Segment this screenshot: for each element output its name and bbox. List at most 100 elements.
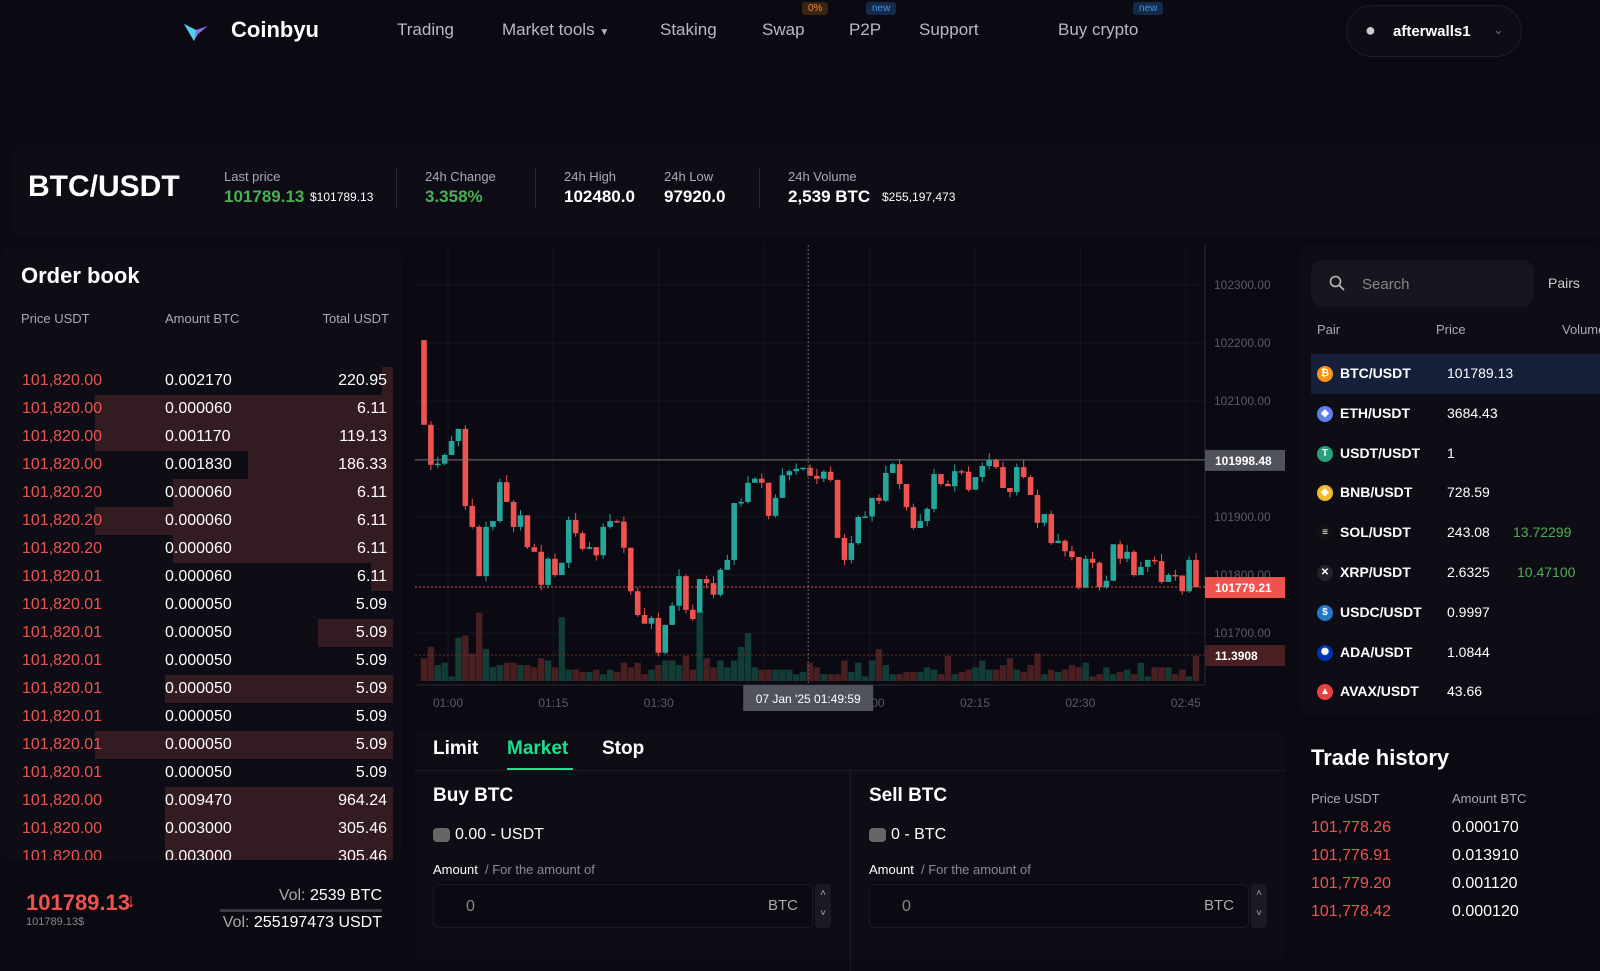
stepper-up-icon[interactable]: ˄ (1251, 884, 1267, 904)
stepper-down-icon[interactable]: ˅ (815, 904, 831, 924)
candle (972, 476, 979, 490)
pair-row[interactable]: ▲ AVAX/USDT 43.66 (1311, 672, 1600, 712)
order-book-row[interactable]: 101,820.20 0.000060 6.11 (20, 535, 393, 563)
volume-bar (972, 667, 979, 681)
order-book-row[interactable]: 101,820.00 0.001170 119.13 (20, 423, 393, 451)
row-price: 101,820.01 (22, 708, 103, 725)
stepper-down-icon[interactable]: ˅ (1251, 904, 1267, 924)
pair-row[interactable]: ◆ ETH/USDT 3684.43 (1311, 394, 1600, 434)
volume-bar (717, 660, 724, 681)
order-book-row[interactable]: 101,820.20 0.000060 6.11 (20, 507, 393, 535)
sell-amount-stepper[interactable]: ˄ ˅ (1251, 884, 1267, 928)
price-chart[interactable]: 102300.00102200.00102100.00101900.001018… (410, 245, 1290, 720)
order-book-row[interactable]: 101,820.00 0.003000 305.46 (20, 815, 393, 843)
brand-link[interactable]: Coinbyu (231, 17, 319, 43)
sell-amount-label[interactable]: Amount (869, 862, 914, 877)
row-total: 220.95 (338, 372, 387, 389)
pair-row[interactable]: ≡ SOL/USDT 243.08 13.72299 (1311, 513, 1600, 553)
buy-amount-stepper[interactable]: ˄ ˅ (815, 884, 831, 928)
order-book-row[interactable]: 101,820.01 0.000050 5.09 (20, 731, 393, 759)
col-amount: Amount BTC (165, 311, 240, 326)
nav-buy-crypto[interactable]: Buy crypto (1058, 20, 1138, 40)
volume-bar (779, 669, 786, 681)
sell-amount-input[interactable]: 0 BTC (869, 884, 1249, 928)
pair-name: AVAX/USDT (1340, 683, 1419, 700)
volume-bar (1006, 658, 1014, 681)
row-amount: 0.000060 (165, 400, 232, 417)
tab-stop[interactable]: Stop (602, 738, 644, 760)
row-amount: 0.000060 (165, 568, 232, 585)
user-menu[interactable]: ● afterwalls1 ⌄ (1346, 5, 1522, 57)
row-total: 305.46 (338, 820, 387, 837)
nav-staking[interactable]: Staking (660, 20, 717, 40)
pair-row[interactable]: T USDT/USDT 1 (1311, 434, 1600, 474)
volume-bar (958, 671, 965, 681)
order-book-row[interactable]: 101,820.00 0.009470 964.24 (20, 787, 393, 815)
pair-row[interactable]: ₿ BTC/USDT 101789.13 (1311, 354, 1600, 394)
candle (428, 421, 434, 471)
stepper-up-icon[interactable]: ˄ (815, 884, 831, 904)
tab-limit[interactable]: Limit (433, 738, 478, 760)
swap-fee-badge: 0% (802, 2, 829, 15)
nav-p2p[interactable]: P2P (849, 20, 881, 40)
volume-bar (951, 674, 958, 681)
low-value: 97920.0 (664, 187, 726, 206)
order-book-row[interactable]: 101,820.01 0.000050 5.09 (20, 759, 393, 787)
pair-row[interactable]: ✕ XRP/USDT 2.6325 10.47100 (1311, 553, 1600, 593)
volume-bar (1068, 665, 1076, 681)
order-book-row[interactable]: 101,820.00 0.001830 186.33 (20, 451, 393, 479)
nav-swap[interactable]: Swap (762, 20, 805, 40)
buy-amount-input[interactable]: 0 BTC (433, 884, 813, 928)
pair-row[interactable]: ◈ BNB/USDT 728.59 (1311, 473, 1600, 513)
order-book-row[interactable]: 101,820.01 0.000060 6.11 (20, 563, 393, 591)
row-total: 5.09 (355, 708, 387, 725)
volume-bar (482, 649, 490, 681)
order-book-row[interactable]: 101,820.20 0.000060 6.11 (20, 479, 393, 507)
order-book-row[interactable]: 101,820.00 0.003000 305.46 (20, 843, 393, 860)
y-tick-label: 102100.00 (1214, 394, 1271, 408)
sell-amount-alt-label[interactable]: / For the amount of (921, 862, 1031, 877)
volume-bar (944, 655, 952, 681)
order-book-row[interactable]: 101,820.01 0.000050 5.09 (20, 675, 393, 703)
candle (634, 587, 641, 617)
trade-price: 101,776.91 (1311, 847, 1392, 864)
volume-bar (1172, 674, 1179, 681)
nav-market-tools[interactable]: Market tools ▼ (502, 20, 609, 40)
volume-bar (524, 665, 531, 681)
pair-row[interactable]: $ USDC/USDT 0.9997 (1311, 593, 1600, 633)
candle (717, 568, 724, 597)
volume-bar (696, 612, 703, 681)
order-book-row[interactable]: 101,820.01 0.000050 5.09 (20, 619, 393, 647)
trade-amount: 0.001120 (1452, 875, 1518, 892)
volume-bar (1034, 653, 1041, 681)
buy-amount-label[interactable]: Amount (433, 862, 478, 877)
volume-bar (1096, 674, 1103, 681)
volume-bar (979, 660, 986, 681)
pairs-tab[interactable]: Pairs (1548, 275, 1580, 291)
volume-bar (441, 662, 448, 681)
volume-bar (572, 669, 579, 681)
order-book-row[interactable]: 101,820.00 0.000060 6.11 (20, 395, 393, 423)
col-pair: Pair (1317, 322, 1341, 337)
order-book-row[interactable]: 101,820.00 0.002170 220.95 (20, 367, 393, 395)
nav-trading[interactable]: Trading (397, 20, 454, 40)
candle (627, 547, 634, 595)
search-input[interactable]: Search (1311, 260, 1534, 307)
order-book-row[interactable]: 101,820.01 0.000050 5.09 (20, 703, 393, 731)
candle (765, 482, 772, 520)
buy-amount-alt-label[interactable]: / For the amount of (485, 862, 595, 877)
row-total: 5.09 (355, 680, 387, 697)
volume-bar (613, 671, 621, 681)
order-book-row[interactable]: 101,820.01 0.000050 5.09 (20, 647, 393, 675)
amount-value: 0 (466, 898, 475, 915)
high-label: 24h High (564, 169, 617, 184)
order-book-row[interactable]: 101,820.01 0.000050 5.09 (20, 591, 393, 619)
candle (1048, 510, 1055, 545)
last-price: 101789.13 (224, 187, 305, 206)
volume-bar (882, 665, 890, 681)
pair-row[interactable]: ✺ ADA/USDT 1.0844 (1311, 633, 1600, 673)
row-price: 101,820.00 (22, 848, 103, 860)
x-tick-label: 01:00 (433, 696, 463, 710)
nav-support[interactable]: Support (919, 20, 979, 40)
tab-market[interactable]: Market (507, 738, 568, 760)
